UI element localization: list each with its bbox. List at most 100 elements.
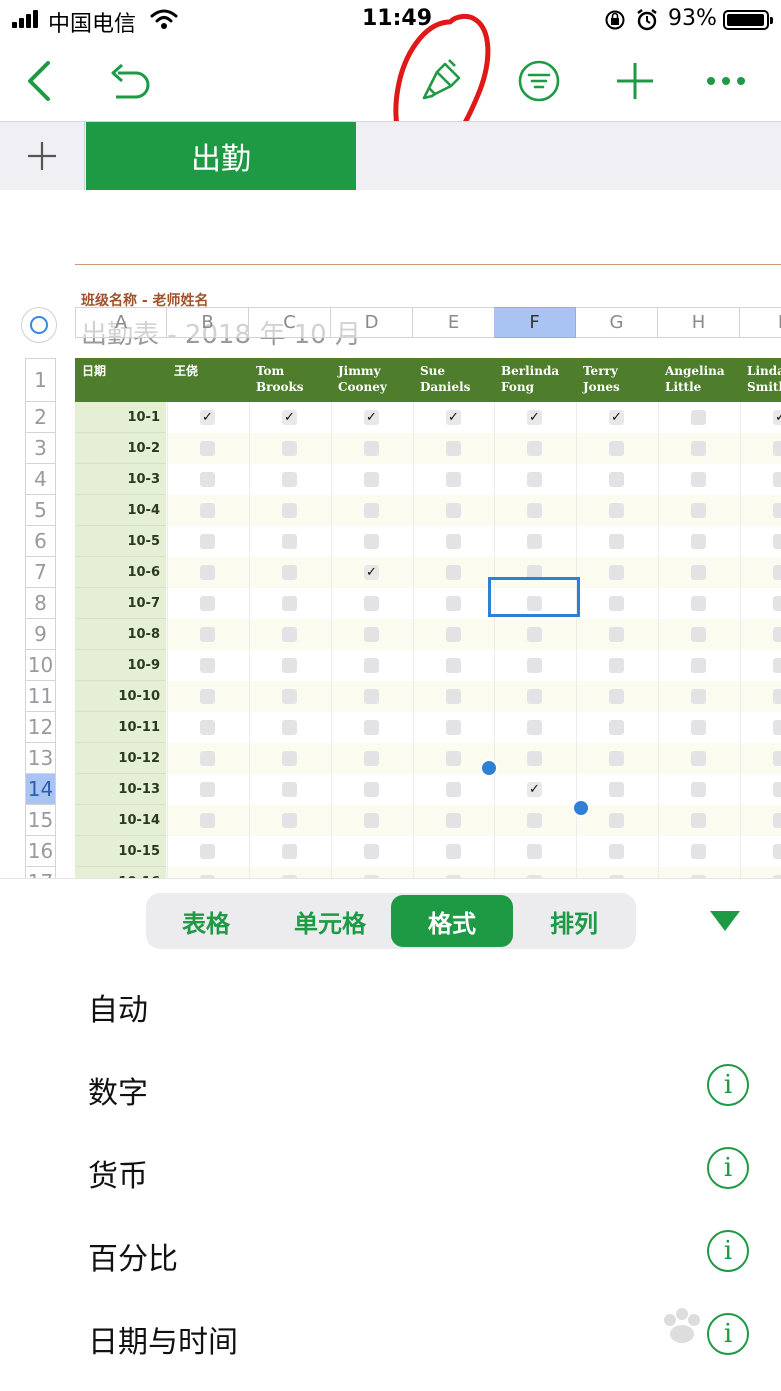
attendance-checkbox[interactable] bbox=[773, 782, 781, 797]
attendance-checkbox[interactable] bbox=[691, 565, 706, 580]
format-option[interactable]: 货币 i bbox=[0, 1129, 781, 1211]
attendance-checkbox[interactable] bbox=[691, 658, 706, 673]
attendance-checkbox[interactable] bbox=[200, 596, 215, 611]
attendance-checkbox[interactable] bbox=[527, 720, 542, 735]
attendance-checkbox[interactable] bbox=[282, 658, 297, 673]
attendance-checkbox[interactable] bbox=[609, 565, 624, 580]
attendance-checkbox[interactable] bbox=[200, 534, 215, 549]
attendance-checkbox[interactable] bbox=[527, 441, 542, 456]
column-header-c[interactable]: C bbox=[249, 307, 331, 338]
attendance-checkbox[interactable] bbox=[282, 565, 297, 580]
row-header-3[interactable]: 3 bbox=[25, 433, 56, 464]
attendance-checkbox[interactable] bbox=[282, 441, 297, 456]
cell-selection[interactable] bbox=[488, 577, 580, 617]
attendance-checkbox[interactable] bbox=[200, 472, 215, 487]
attendance-checkbox[interactable] bbox=[364, 782, 379, 797]
format-option[interactable]: 数字 i bbox=[0, 1046, 781, 1128]
attendance-checkbox[interactable] bbox=[609, 782, 624, 797]
attendance-checkbox[interactable] bbox=[691, 441, 706, 456]
attendance-checkbox[interactable] bbox=[527, 844, 542, 859]
attendance-checkbox[interactable] bbox=[691, 751, 706, 766]
attendance-checkbox[interactable] bbox=[364, 720, 379, 735]
header-student[interactable]: 王侥 bbox=[174, 363, 198, 379]
attendance-checkbox[interactable] bbox=[364, 689, 379, 704]
attendance-checkbox[interactable] bbox=[282, 627, 297, 642]
attendance-checkbox[interactable] bbox=[282, 751, 297, 766]
attendance-checkbox[interactable] bbox=[527, 503, 542, 518]
attendance-checkbox[interactable] bbox=[691, 472, 706, 487]
date-cell[interactable]: 10-4 bbox=[75, 495, 166, 526]
date-cell[interactable]: 10-16 bbox=[75, 867, 166, 878]
attendance-checkbox[interactable]: ✓ bbox=[609, 410, 624, 425]
attendance-checkbox[interactable] bbox=[282, 534, 297, 549]
column-header-d[interactable]: D bbox=[331, 307, 413, 338]
attendance-checkbox[interactable] bbox=[773, 565, 781, 580]
date-cell[interactable]: 10-6 bbox=[75, 557, 166, 588]
date-cell[interactable]: 10-14 bbox=[75, 805, 166, 836]
info-icon[interactable]: i bbox=[707, 1230, 749, 1272]
attendance-checkbox[interactable] bbox=[446, 720, 461, 735]
table-select-handle[interactable] bbox=[21, 307, 57, 343]
attendance-checkbox[interactable] bbox=[527, 534, 542, 549]
attendance-checkbox[interactable] bbox=[364, 441, 379, 456]
attendance-checkbox[interactable] bbox=[609, 720, 624, 735]
attendance-checkbox[interactable] bbox=[527, 689, 542, 704]
attendance-checkbox[interactable] bbox=[609, 503, 624, 518]
row-header-15[interactable]: 15 bbox=[25, 805, 56, 836]
attendance-checkbox[interactable] bbox=[282, 472, 297, 487]
row-header-5[interactable]: 5 bbox=[25, 495, 56, 526]
row-header-16[interactable]: 16 bbox=[25, 836, 56, 867]
column-header-i[interactable]: I bbox=[740, 307, 781, 338]
row-header-14[interactable]: 14 bbox=[25, 774, 56, 805]
row-header-7[interactable]: 7 bbox=[25, 557, 56, 588]
attendance-checkbox[interactable] bbox=[773, 813, 781, 828]
sheet-canvas[interactable]: 班级名称 - 老师姓名 出勤表 - 2018 年 10 月 ABCDEFGHI … bbox=[0, 190, 781, 878]
attendance-checkbox[interactable] bbox=[446, 782, 461, 797]
format-option[interactable]: 自动 bbox=[0, 963, 781, 1045]
add-sheet-button[interactable] bbox=[0, 122, 85, 190]
row-header-13[interactable]: 13 bbox=[25, 743, 56, 774]
attendance-checkbox[interactable] bbox=[446, 503, 461, 518]
attendance-checkbox[interactable] bbox=[691, 503, 706, 518]
column-header-a[interactable]: A bbox=[75, 307, 167, 338]
add-button[interactable] bbox=[612, 42, 658, 120]
attendance-checkbox[interactable] bbox=[773, 503, 781, 518]
info-icon[interactable]: i bbox=[707, 1064, 749, 1106]
tab-format[interactable]: 格式 bbox=[391, 895, 513, 947]
attendance-checkbox[interactable] bbox=[527, 751, 542, 766]
attendance-checkbox[interactable] bbox=[282, 596, 297, 611]
attendance-checkbox[interactable] bbox=[364, 751, 379, 766]
date-cell[interactable]: 10-3 bbox=[75, 464, 166, 495]
attendance-checkbox[interactable] bbox=[609, 689, 624, 704]
attendance-checkbox[interactable] bbox=[446, 658, 461, 673]
date-cell[interactable]: 10-9 bbox=[75, 650, 166, 681]
attendance-checkbox[interactable]: ✓ bbox=[364, 565, 379, 580]
attendance-checkbox[interactable] bbox=[200, 627, 215, 642]
date-cell[interactable]: 10-5 bbox=[75, 526, 166, 557]
header-student[interactable]: Terry Jones bbox=[583, 363, 620, 395]
row-header-8[interactable]: 8 bbox=[25, 588, 56, 619]
attendance-checkbox[interactable]: ✓ bbox=[773, 410, 781, 425]
header-student[interactable]: Sue Daniels bbox=[420, 363, 470, 395]
attendance-checkbox[interactable] bbox=[364, 503, 379, 518]
attendance-checkbox[interactable] bbox=[282, 503, 297, 518]
date-cell[interactable]: 10-1 bbox=[75, 402, 166, 433]
attendance-checkbox[interactable]: ✓ bbox=[200, 410, 215, 425]
attendance-checkbox[interactable] bbox=[446, 441, 461, 456]
attendance-checkbox[interactable] bbox=[364, 844, 379, 859]
tab-cell[interactable]: 单元格 bbox=[270, 893, 390, 949]
attendance-checkbox[interactable] bbox=[446, 751, 461, 766]
selection-handle-bottom-right[interactable] bbox=[572, 799, 590, 817]
attendance-checkbox[interactable] bbox=[773, 627, 781, 642]
attendance-checkbox[interactable] bbox=[691, 596, 706, 611]
attendance-checkbox[interactable] bbox=[446, 565, 461, 580]
attendance-checkbox[interactable] bbox=[609, 596, 624, 611]
attendance-checkbox[interactable] bbox=[527, 627, 542, 642]
attendance-checkbox[interactable] bbox=[773, 596, 781, 611]
attendance-checkbox[interactable] bbox=[282, 844, 297, 859]
column-header-e[interactable]: E bbox=[413, 307, 495, 338]
column-header-b[interactable]: B bbox=[167, 307, 249, 338]
tab-arrange[interactable]: 排列 bbox=[514, 893, 634, 949]
row-header-10[interactable]: 10 bbox=[25, 650, 56, 681]
attendance-checkbox[interactable] bbox=[691, 627, 706, 642]
